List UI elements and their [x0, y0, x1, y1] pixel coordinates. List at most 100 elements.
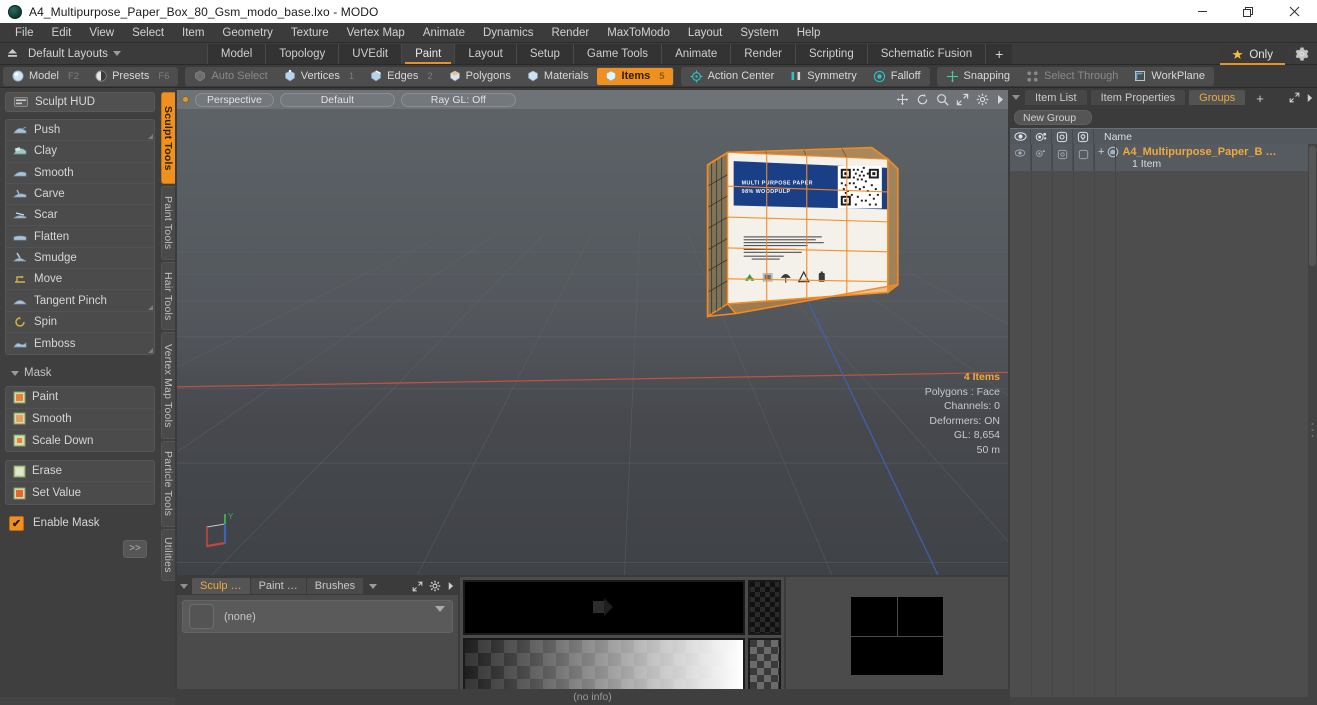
scrollbar-thumb[interactable] [1309, 146, 1316, 266]
viewport-more-icon[interactable] [996, 94, 1004, 105]
vtab-utilities[interactable]: Utilities [161, 529, 175, 581]
viewport-menu-dot-icon[interactable] [182, 96, 189, 103]
tab-schematic-fusion[interactable]: Schematic Fusion [867, 43, 987, 64]
tab-layout[interactable]: Layout [455, 43, 517, 64]
tool-carve[interactable]: Carve [6, 184, 154, 206]
groups-list-body[interactable]: + A4_Multipurpose_Paper_B … 1 Item [1010, 144, 1317, 697]
mode-button-snapping[interactable]: Snapping [938, 68, 1019, 85]
mode-button-symmetry[interactable]: Symmetry [782, 68, 865, 85]
mask-tool-scale-down[interactable]: Scale Down [6, 430, 154, 451]
close-button[interactable] [1271, 0, 1317, 23]
viewport-view-mode[interactable]: Perspective [195, 92, 274, 107]
row-render-toggle[interactable] [1031, 144, 1052, 171]
tab-render[interactable]: Render [731, 43, 796, 64]
mask-tool-smooth[interactable]: Smooth [6, 409, 154, 430]
home-layout-icon[interactable] [0, 43, 24, 65]
right-panel-expand-icon[interactable] [1289, 92, 1300, 103]
row-lock-toggle[interactable] [1052, 144, 1073, 171]
column-visibility-icon[interactable] [1010, 128, 1031, 145]
row-name[interactable]: A4_Multipurpose_Paper_B … [1122, 146, 1276, 158]
right-panel-more-icon[interactable] [1306, 93, 1313, 103]
tab-scripting[interactable]: Scripting [795, 43, 868, 64]
mask-tool-paint[interactable]: Paint [6, 387, 154, 409]
zoom-icon[interactable] [936, 93, 949, 106]
rtab-item-properties[interactable]: Item Properties [1089, 89, 1187, 106]
mode-button-falloff[interactable]: Falloff [865, 68, 929, 85]
tool-scar[interactable]: Scar [6, 205, 154, 227]
mode-button-presets[interactable]: Presets F6 [87, 68, 177, 85]
tool-smooth[interactable]: Smooth [6, 163, 154, 184]
add-tab-button[interactable]: + [986, 43, 1013, 64]
mode-button-edges[interactable]: Edges 2 [362, 68, 441, 85]
menu-view[interactable]: View [80, 23, 123, 43]
only-toggle-button[interactable]: Only [1218, 45, 1287, 65]
vtab-hair-tools[interactable]: Hair Tools [161, 262, 175, 330]
rtab-groups[interactable]: Groups [1188, 89, 1247, 106]
tab-setup[interactable]: Setup [516, 43, 574, 64]
viewport-ray-gl[interactable]: Ray GL: Off [400, 92, 516, 107]
forward-button[interactable]: >> [123, 539, 147, 558]
mode-button-workplane[interactable]: WorkPlane [1126, 68, 1213, 85]
viewport-gear-icon[interactable] [976, 93, 989, 106]
panel-more-icon[interactable] [447, 581, 454, 591]
tab-uvedit[interactable]: UVEdit [339, 43, 403, 64]
column-select-icon[interactable] [1073, 128, 1094, 145]
menu-vertex-map[interactable]: Vertex Map [338, 23, 414, 43]
panel-gear-icon[interactable] [429, 580, 441, 592]
sculpt-hud-button[interactable]: Sculpt HUD [5, 92, 155, 112]
preset-dropdown-caret-icon[interactable] [435, 606, 445, 612]
mode-button-action-center[interactable]: Action Center [682, 68, 783, 85]
maximize-button[interactable] [1225, 0, 1271, 23]
right-panel-menu-caret-icon[interactable] [1012, 95, 1020, 100]
table-row[interactable]: + A4_Multipurpose_Paper_B … 1 Item [1010, 144, 1317, 171]
menu-layout[interactable]: Layout [679, 23, 732, 43]
menu-system[interactable]: System [731, 23, 787, 43]
mode-button-polygons[interactable]: Polygons [441, 68, 519, 85]
tool-flatten[interactable]: Flatten [6, 226, 154, 248]
column-render-icon[interactable] [1031, 128, 1052, 145]
tab-topology[interactable]: Topology [266, 43, 340, 64]
tool-emboss[interactable]: Emboss [6, 333, 154, 354]
tab-model[interactable]: Model [206, 43, 267, 64]
mask-section-header[interactable]: Mask [5, 363, 155, 383]
panel-resize-handle[interactable] [1310, 421, 1315, 439]
new-group-button[interactable]: New Group [1014, 110, 1092, 125]
mode-button-materials[interactable]: Materials [519, 68, 597, 85]
menu-geometry[interactable]: Geometry [213, 23, 282, 43]
menu-help[interactable]: Help [788, 23, 830, 43]
vtab-sculpt-tools[interactable]: Sculpt Tools [161, 92, 175, 184]
enable-mask-row[interactable]: ✔ Enable Mask [5, 513, 155, 531]
vtab-particle-tools[interactable]: Particle Tools [161, 441, 175, 527]
tab-animate[interactable]: Animate [662, 43, 732, 64]
vtab-vertex-map-tools[interactable]: Vertex Map Tools [161, 332, 175, 439]
mode-button-model[interactable]: Model F2 [4, 68, 87, 85]
row-select-toggle[interactable] [1073, 144, 1094, 171]
mask-tool-set-value[interactable]: Set Value [6, 482, 154, 503]
tool-move[interactable]: Move [6, 269, 154, 291]
enable-mask-checkbox[interactable]: ✔ [9, 515, 24, 531]
tab-game-tools[interactable]: Game Tools [573, 43, 663, 64]
viewport-shading-mode[interactable]: Default [279, 92, 395, 107]
swatch-dark-checker[interactable] [748, 580, 781, 635]
btab-brushes[interactable]: Brushes [306, 578, 365, 594]
menu-file[interactable]: File [6, 23, 43, 43]
tool-push[interactable]: Push [6, 120, 154, 142]
menu-maxtomodo[interactable]: MaxToModo [598, 23, 679, 43]
default-layouts-dropdown[interactable]: Default Layouts [24, 48, 127, 60]
brush-falloff-preview[interactable] [463, 580, 745, 635]
viewport-3d[interactable]: +Z [177, 109, 1008, 575]
sculpt-preset-selector[interactable]: (none) [182, 600, 453, 633]
minimize-button[interactable] [1179, 0, 1225, 23]
tool-spin[interactable]: Spin [6, 312, 154, 333]
tool-smudge[interactable]: Smudge [6, 248, 154, 270]
btab-overflow-caret-icon[interactable] [369, 583, 378, 589]
brush-gradient-ramp[interactable] [463, 637, 745, 692]
swatch-mid-checker[interactable] [748, 637, 781, 692]
btab-sculpt[interactable]: Sculp … [192, 578, 251, 594]
menu-render[interactable]: Render [542, 23, 598, 43]
rtab-add[interactable]: + [1248, 89, 1272, 106]
menu-item[interactable]: Item [173, 23, 213, 43]
mode-button-select-through[interactable]: Select Through [1018, 68, 1126, 85]
mode-button-items[interactable]: Items 5 [596, 67, 673, 85]
menu-animate[interactable]: Animate [414, 23, 474, 43]
